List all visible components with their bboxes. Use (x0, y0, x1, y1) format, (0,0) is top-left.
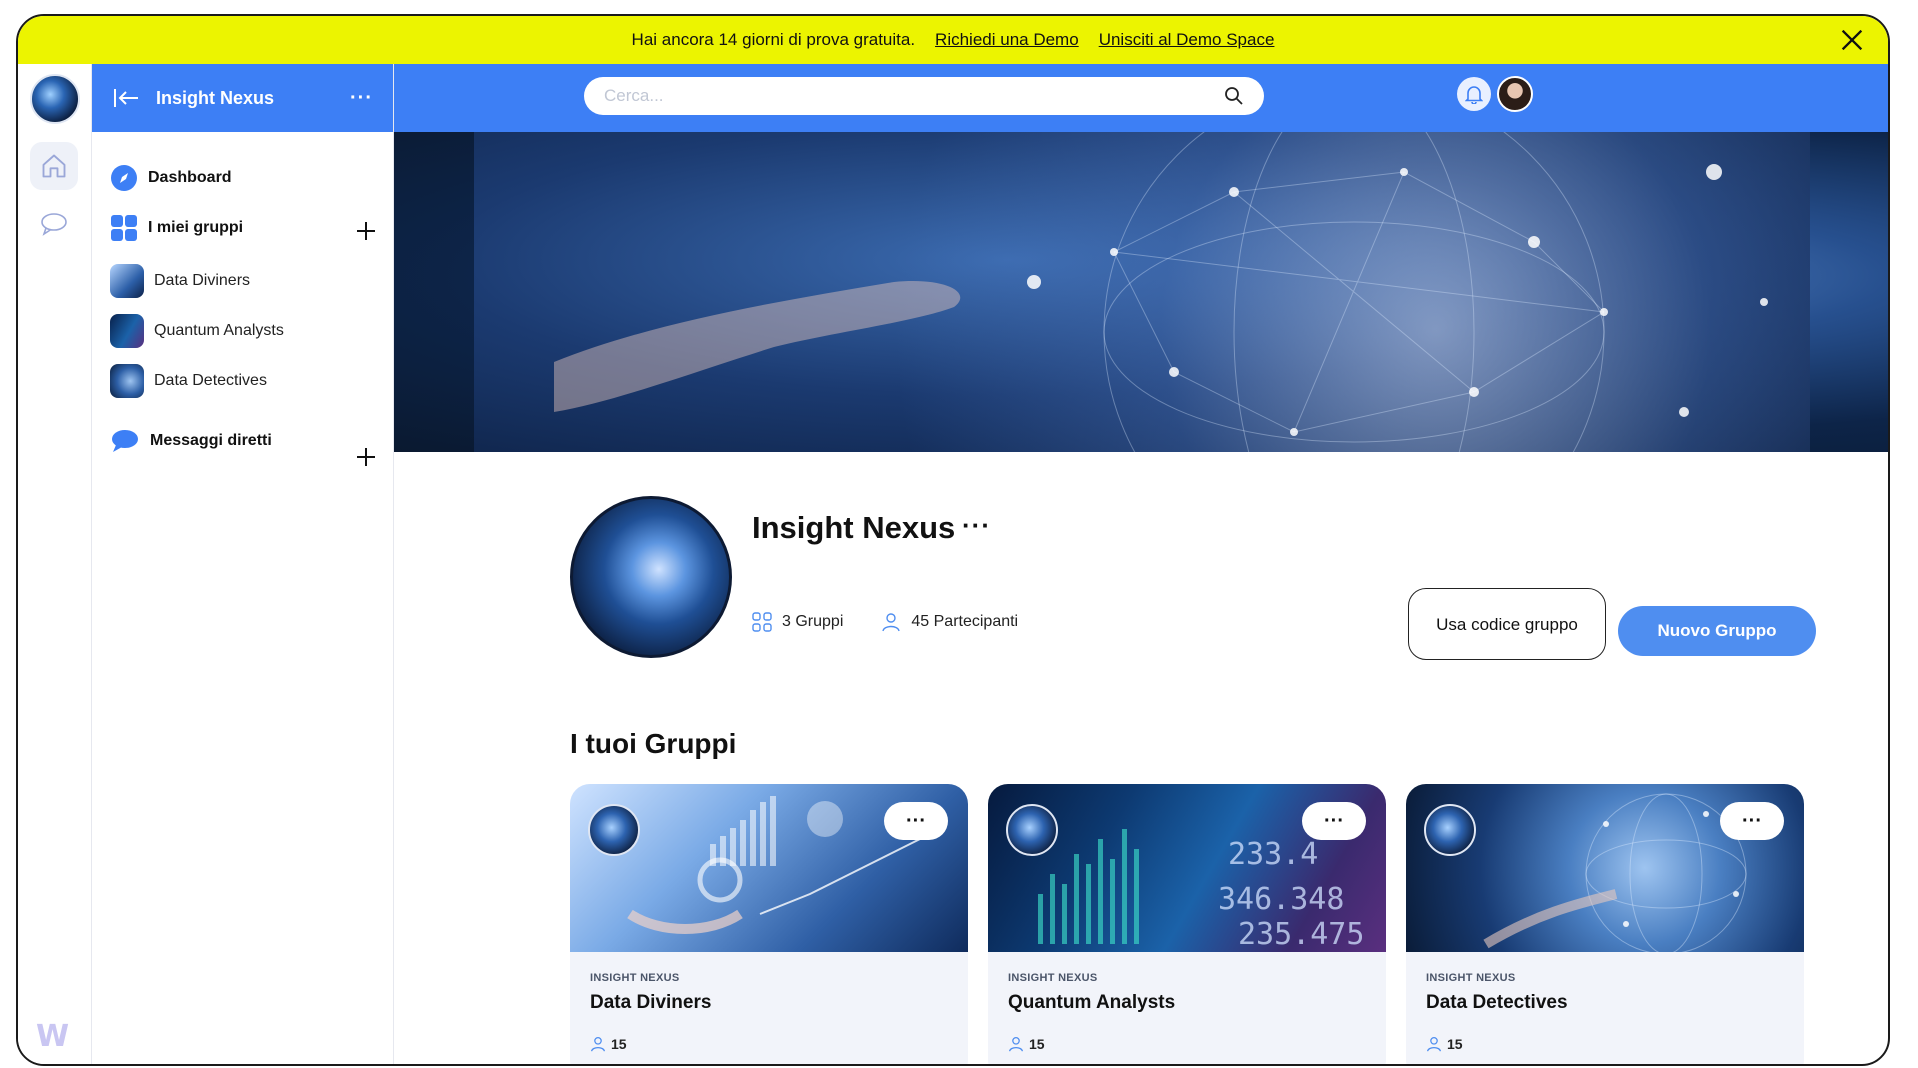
w-logo-icon: W (36, 1019, 70, 1054)
close-icon[interactable] (1838, 26, 1866, 54)
group-card-workspace: INSIGHT NEXUS (1426, 972, 1516, 984)
group-card-avatar (1006, 804, 1058, 856)
group-card-more-button[interactable]: ··· (1720, 802, 1784, 840)
group-card-image: ··· (1406, 784, 1804, 952)
grid-icon (111, 215, 137, 241)
group-card[interactable]: 233.4 346.348 235.475 ··· INSIGHT NEXUS … (988, 784, 1386, 1064)
dashboard-label: Dashboard (148, 169, 232, 186)
svg-text:346.348: 346.348 (1218, 882, 1344, 917)
group-card-workspace: INSIGHT NEXUS (590, 972, 680, 984)
network-globe-graphic (554, 132, 1768, 452)
sidebar-item-group[interactable]: Quantum Analysts (110, 314, 284, 348)
group-card-more-button[interactable]: ··· (1302, 802, 1366, 840)
group-thumbnail (110, 264, 144, 298)
group-card-workspace: INSIGHT NEXUS (1008, 972, 1098, 984)
profile-stats: 3 Gruppi 45 Partecipanti (752, 612, 1018, 632)
cover-image (394, 132, 1888, 452)
group-thumbnail (110, 364, 144, 398)
my-groups-label: I miei gruppi (148, 219, 244, 236)
user-icon (1008, 1036, 1024, 1052)
svg-text:235.475: 235.475 (1238, 917, 1364, 952)
group-card-members: 15 (590, 1036, 627, 1052)
sidebar-item-direct-messages[interactable]: Messaggi diretti (110, 428, 272, 454)
chat-icon (41, 213, 67, 236)
sidebar-item-group[interactable]: Data Diviners (110, 264, 250, 298)
groups-grid-icon (752, 612, 772, 632)
sidebar-more-button[interactable]: ··· (350, 87, 373, 110)
group-card[interactable]: ··· INSIGHT NEXUS Data Detectives 15 (1406, 784, 1804, 1064)
sidebar-title: Insight Nexus (156, 87, 275, 108)
search-icon[interactable] (1224, 86, 1244, 106)
rail-chat-button[interactable] (30, 204, 78, 244)
profile-avatar (570, 496, 732, 658)
group-card-name: Data Diviners (590, 992, 712, 1013)
group-thumbnail (110, 314, 144, 348)
user-avatar[interactable] (1497, 76, 1533, 112)
sidebar-item-my-groups[interactable]: I miei gruppi (110, 214, 394, 242)
app-window: Hai ancora 14 giorni di prova gratuita. … (16, 14, 1890, 1066)
search-bar (584, 77, 1264, 115)
top-bar (394, 64, 1888, 132)
members-count: 15 (611, 1036, 627, 1052)
groups-count: 3 Gruppi (782, 613, 844, 630)
trial-banner: Hai ancora 14 giorni di prova gratuita. … (18, 16, 1888, 64)
add-message-plus-icon[interactable] (355, 446, 377, 468)
group-label: Data Diviners (154, 272, 251, 289)
user-icon (590, 1036, 606, 1052)
user-icon (882, 613, 901, 632)
group-label: Data Detectives (154, 372, 267, 389)
compass-icon (111, 165, 137, 191)
app-rail: W (18, 64, 92, 1064)
chat-bubble-icon (112, 430, 138, 452)
group-card-name: Data Detectives (1426, 992, 1568, 1013)
use-group-code-button[interactable]: Usa codice gruppo (1408, 588, 1606, 660)
group-card-avatar (1424, 804, 1476, 856)
groups-section-title: I tuoi Gruppi (570, 728, 737, 759)
profile-more-button[interactable]: ··· (962, 510, 991, 541)
direct-messages-label: Messaggi diretti (150, 432, 272, 449)
home-icon (42, 154, 66, 178)
workspace-avatar[interactable] (30, 74, 80, 124)
new-group-button[interactable]: Nuovo Gruppo (1618, 606, 1816, 656)
collapse-arrow-icon[interactable] (112, 86, 142, 110)
svg-text:233.4: 233.4 (1228, 837, 1318, 872)
profile-name: Insight Nexus (752, 510, 956, 545)
participants-count: 45 Partecipanti (911, 613, 1019, 630)
group-card[interactable]: ··· INSIGHT NEXUS Data Diviners 15 (570, 784, 968, 1064)
members-count: 15 (1447, 1036, 1463, 1052)
cover-globe-image (474, 132, 1810, 452)
group-card-avatar (588, 804, 640, 856)
group-card-name: Quantum Analysts (1008, 992, 1176, 1013)
sidebar-item-group[interactable]: Data Detectives (110, 364, 267, 398)
rail-home-button[interactable] (30, 142, 78, 190)
trial-text: Hai ancora 14 giorni di prova gratuita. (631, 30, 916, 49)
sidebar-header: Insight Nexus ··· (92, 64, 393, 132)
request-demo-link[interactable]: Richiedi una Demo (935, 30, 1079, 50)
sidebar-item-dashboard[interactable]: Dashboard (110, 164, 232, 192)
bell-icon (1465, 86, 1483, 104)
group-card-members: 15 (1426, 1036, 1463, 1052)
join-demo-space-link[interactable]: Unisciti al Demo Space (1099, 30, 1275, 50)
group-label: Quantum Analysts (154, 322, 284, 339)
members-count: 15 (1029, 1036, 1045, 1052)
group-card-members: 15 (1008, 1036, 1045, 1052)
group-card-more-button[interactable]: ··· (884, 802, 948, 840)
sidebar: Insight Nexus ··· Dashboard I miei grupp… (92, 64, 394, 1064)
group-card-image: ··· (570, 784, 968, 952)
user-icon (1426, 1036, 1442, 1052)
group-card-image: 233.4 346.348 235.475 ··· (988, 784, 1386, 952)
search-input[interactable] (604, 86, 1224, 106)
notifications-button[interactable] (1457, 77, 1491, 111)
add-group-plus-icon[interactable] (355, 220, 377, 242)
